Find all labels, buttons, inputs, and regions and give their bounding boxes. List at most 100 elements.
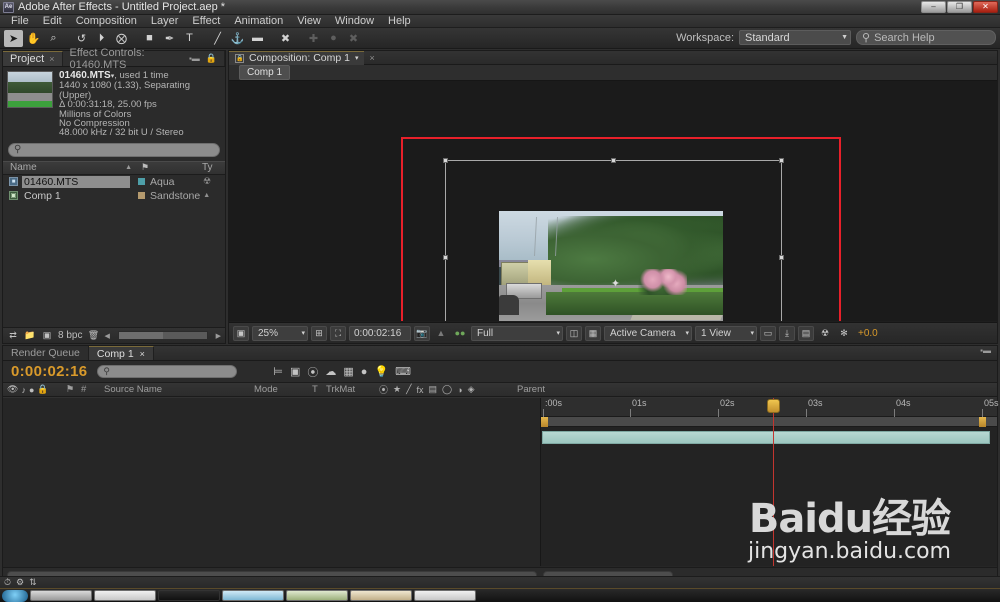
timeline-layer-outline[interactable] [3,398,541,566]
camera-icon[interactable]: 📷 [414,326,430,341]
work-area-bar[interactable] [541,417,997,427]
fast-preview-icon[interactable]: ⤓ [779,326,795,341]
layer-duration-bar[interactable] [542,431,990,444]
show-snapshot-icon[interactable]: ▲ [433,326,449,341]
menu-composition[interactable]: Composition [69,15,144,28]
text-tool[interactable]: T [180,30,199,47]
puppet-pin-tool[interactable]: ✖ [276,30,295,47]
bit-depth-label[interactable]: 8 bpc [58,330,82,341]
start-button[interactable] [2,590,28,602]
breadcrumb-comp1[interactable]: Comp 1 [239,65,290,80]
three-d-layer-icon[interactable]: ◈ [468,384,475,395]
panel-menu-icon[interactable]: ▪▬ [189,54,200,63]
frame-blend-icon[interactable]: ▦ [343,365,353,378]
motion-blur-switch-icon[interactable]: ◯ [442,384,452,395]
timeline-graph-area[interactable]: :00s 01s 02s 03s 04s 05s [541,398,997,566]
chevron-down-icon[interactable]: ▾ [355,54,359,62]
column-mode[interactable]: Mode [254,384,312,395]
scroll-left-icon[interactable]: ◀ [104,332,109,340]
camera-tool[interactable]: ⏵ [92,30,111,47]
collapse-icon[interactable]: ★ [393,384,401,395]
scroll-up-icon[interactable]: ▲ [203,192,210,199]
eye-icon[interactable]: 👁 [7,384,18,395]
selection-tool[interactable]: ➤ [4,30,23,47]
taskbar-item-7[interactable] [414,590,476,601]
solo-icon[interactable]: ● [29,385,34,395]
channels-icon[interactable]: ●● [452,326,468,341]
clone-stamp-tool[interactable]: ⚓ [228,30,247,47]
close-icon[interactable]: × [369,53,374,63]
roi-icon[interactable]: ◫ [566,326,582,341]
eraser-tool[interactable]: ▬ [248,30,267,47]
brush-tool[interactable]: ╱ [208,30,227,47]
timeline-icon[interactable]: ▤ [798,326,814,341]
column-name[interactable]: Name ▲ [3,162,138,173]
audio-icon[interactable]: ♪ [21,385,26,395]
menu-view[interactable]: View [290,15,328,28]
search-help-input[interactable]: ⚲ Search Help [856,30,996,45]
pen-tool[interactable]: ✒ [160,30,179,47]
transparency-grid-icon[interactable]: ▦ [585,326,601,341]
taskbar-item-4[interactable] [222,590,284,601]
quality-icon[interactable]: ╱ [406,384,411,395]
title-safe-icon[interactable]: ⛶ [330,326,346,341]
new-composition-icon[interactable]: ▣ [41,330,53,341]
effects-icon[interactable]: fx [417,385,424,395]
render-icon[interactable]: ⚙ [16,577,24,588]
camera-view-dropdown[interactable]: Active Camera ▾ [604,326,692,341]
composition-viewer[interactable]: ✦ [229,81,997,321]
zoom-tool[interactable]: ⌕ [44,30,63,47]
workspace-dropdown[interactable]: Standard ▼ [739,30,851,45]
column-parent[interactable]: Parent [511,384,997,395]
new-folder-icon[interactable]: 📁 [24,330,36,341]
taskbar-item-5[interactable] [286,590,348,601]
draft-3d-icon[interactable]: ▣ [290,365,300,378]
hand-tool[interactable]: ✋ [24,30,43,47]
exposure-value[interactable]: +0.0 [855,328,878,339]
toggle-mask-icon[interactable]: ⊞ [311,326,327,341]
always-preview-icon[interactable]: ▣ [233,326,249,341]
live-update-icon[interactable]: ⊨ [273,365,283,378]
rotation-tool[interactable]: ↺ [72,30,91,47]
playhead-line[interactable] [773,398,774,566]
work-area-end-handle[interactable] [979,417,986,427]
delete-icon[interactable]: 🗑 [87,330,99,341]
graph-editor-icon[interactable]: ● [361,366,368,378]
project-row-comp[interactable]: ▣ Comp 1 Sandstone ▲ [3,189,225,203]
label-color-swatch-2[interactable] [138,192,145,199]
handle-top-center[interactable] [611,158,616,163]
close-button[interactable]: ✕ [973,1,998,13]
timeline-current-time[interactable]: 0:00:02:16 [3,363,97,380]
interpret-footage-icon[interactable]: ⇄ [7,330,19,341]
menu-animation[interactable]: Animation [227,15,290,28]
brainstorm-icon[interactable]: 💡 [374,365,388,378]
project-search-input[interactable]: ⚲ [8,143,220,157]
menu-layer[interactable]: Layer [144,15,186,28]
sync-icon[interactable]: ⇅ [29,577,37,588]
adjustment-layer-icon[interactable]: ◑ [457,385,462,395]
handle-top-right[interactable] [779,158,784,163]
tab-render-queue[interactable]: Render Queue [3,346,89,360]
menu-file[interactable]: File [4,15,36,28]
shape-tool[interactable]: ■ [140,30,159,47]
auto-keyframe-icon[interactable]: ⌨ [395,365,411,378]
frame-blend-switch-icon[interactable]: ▤ [429,384,438,395]
lock-icon[interactable]: 🔒 [235,54,244,63]
close-icon[interactable]: × [49,54,54,64]
column-trkmat[interactable]: TrkMat [326,384,371,395]
taskbar-item-3[interactable] [158,590,220,601]
tab-comp1-timeline[interactable]: Comp 1 × [89,346,154,360]
handle-middle-right[interactable] [779,255,784,260]
exposure-icon[interactable]: ✻ [836,326,852,341]
resolution-dropdown[interactable]: Full ▾ [471,326,563,341]
pixel-aspect-icon[interactable]: ▭ [760,326,776,341]
restore-button[interactable]: ❐ [947,1,972,13]
label-color-swatch[interactable] [138,178,145,185]
anchor-point-icon[interactable]: ✦ [610,279,621,290]
close-icon[interactable]: × [140,349,145,359]
view-layout-dropdown[interactable]: 1 View ▾ [695,326,757,341]
motion-blur-icon[interactable]: ☁ [325,365,336,378]
minimize-button[interactable]: – [921,1,946,13]
project-hscrollbar[interactable] [118,331,208,340]
timeline-search-input[interactable]: ⚲ [97,365,237,378]
